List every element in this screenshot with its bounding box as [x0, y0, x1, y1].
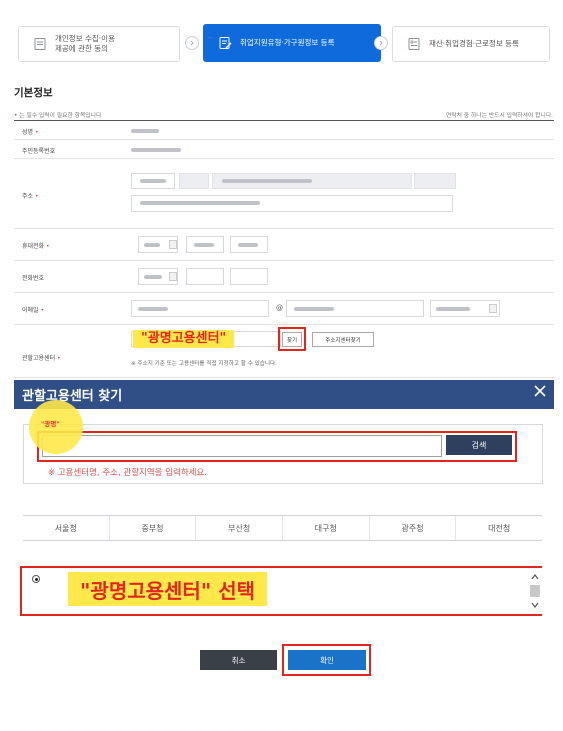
step-label-line2: 제공에 관한 동의: [55, 44, 109, 53]
chevron-right-icon: [185, 36, 199, 50]
label-address: 주소 •: [22, 193, 39, 200]
label-email: 이메일 •: [22, 307, 45, 314]
result-callout: "광명고용센터" 선택: [68, 572, 268, 606]
redacted-text: [140, 179, 166, 183]
row-phone: 전화번호: [14, 261, 554, 293]
modal-header: 관할고용센터 찾기: [14, 380, 554, 409]
phone-last-field[interactable]: [230, 268, 268, 285]
address-extra-field[interactable]: [414, 173, 456, 189]
tab-seoul[interactable]: 서울청: [23, 516, 109, 540]
rrn-value-redacted: [131, 148, 181, 152]
label-name: 성명 •: [22, 129, 39, 136]
tab-daegu[interactable]: 대구청: [282, 516, 369, 540]
label-center: 관할고용센터 •: [22, 355, 61, 362]
modal-title: 관할고용센터 찾기: [22, 389, 123, 404]
annotation-highlight: [282, 644, 371, 676]
edit-document-icon: [219, 37, 232, 49]
search-input[interactable]: [42, 435, 442, 457]
result-scrollbar[interactable]: [528, 568, 542, 614]
search-callout-text: "광명": [41, 420, 60, 428]
name-value-redacted: [131, 129, 159, 133]
step-employment-type: 취업지원유형·가구원정보 등록: [203, 24, 381, 62]
scroll-up-icon[interactable]: [531, 573, 539, 581]
redacted-text: [138, 307, 168, 311]
annotation-highlight: [278, 327, 306, 351]
tab-busan[interactable]: 부산청: [195, 516, 282, 540]
step-label-line1: 개인정보 수집·이용: [55, 34, 115, 43]
label-phone: 전화번호: [22, 275, 45, 282]
search-callout: "광명": [29, 400, 83, 454]
label-mobile: 휴대전화 •: [22, 243, 50, 250]
row-email: 이메일 • @: [14, 293, 554, 325]
search-hint: ※ 고용센터명, 주소, 관할지역을 입력하세요.: [48, 468, 207, 478]
redacted-text: [294, 307, 334, 311]
address-center-button[interactable]: 주소지센터찾기: [312, 332, 374, 347]
checklist-icon: [408, 38, 420, 50]
redacted-text: [222, 179, 312, 183]
redacted-text: [144, 275, 162, 279]
result-radio[interactable]: [32, 575, 40, 583]
step-assets-work: 재산·취업경험·근로정보 등록: [392, 26, 550, 62]
search-button[interactable]: 검색: [446, 435, 512, 455]
redacted-text: [238, 243, 258, 247]
document-icon: [34, 38, 46, 50]
center-note: ※ 주소지 기준 또는 고용센터를 직접 지정하고 할 수 있습니다.: [131, 361, 277, 367]
tab-gwangju[interactable]: 광주청: [368, 516, 456, 540]
redacted-text: [140, 201, 260, 205]
step-privacy-consent: 개인정보 수집·이용 제공에 관한 동의: [18, 26, 180, 62]
phone-middle-field[interactable]: [186, 268, 224, 285]
chevron-right-icon: [374, 36, 388, 50]
close-icon[interactable]: [532, 383, 548, 399]
row-center: 관할고용센터 • "광명고용센터" 찾기 주소지센터찾기 ※ 주소지 기준 또는…: [14, 325, 554, 378]
row-rrn: 주민등록번호: [14, 140, 554, 159]
row-address: 주소 •: [14, 159, 554, 229]
contact-note: 연락처 중 하나는 반드시 입력하셔야 합니다.: [445, 113, 553, 119]
required-note-text: 는 필수 입력이 필요한 항목입니다: [19, 113, 102, 119]
required-mark: •: [14, 113, 18, 119]
required-note: • 는 필수 입력이 필요한 항목입니다: [14, 110, 101, 119]
center-callout: "광명고용센터": [133, 330, 235, 348]
scroll-thumb[interactable]: [530, 585, 540, 597]
label-rrn: 주민등록번호: [22, 148, 56, 155]
step-label: 취업지원유형·가구원정보 등록: [240, 38, 335, 47]
scroll-down-icon[interactable]: [531, 601, 539, 609]
chevron-down-icon[interactable]: [169, 272, 177, 281]
redacted-text: [194, 243, 214, 247]
row-name: 성명 •: [14, 121, 554, 140]
basic-info-form: 성명 • 주민등록번호 주소 • 휴대전화 • 전화번호 이메일 • @ 관할고…: [14, 120, 554, 378]
chevron-down-icon[interactable]: [489, 304, 497, 313]
region-tabs: 서울청 중부청 부산청 대구청 광주청 대전청: [23, 515, 542, 541]
redacted-text: [144, 243, 160, 247]
tab-daejeon[interactable]: 대전청: [455, 516, 542, 540]
cancel-button[interactable]: 취소: [200, 650, 277, 670]
section-title: 기본정보: [14, 87, 53, 99]
email-at-sign: @: [276, 304, 283, 312]
address-field-redacted[interactable]: [179, 173, 209, 189]
row-mobile: 휴대전화 •: [14, 229, 554, 261]
tab-jungbu[interactable]: 중부청: [108, 516, 196, 540]
redacted-text: [436, 307, 470, 311]
chevron-down-icon[interactable]: [169, 240, 177, 249]
progress-stepper: 개인정보 수집·이용 제공에 관한 동의 취업지원유형·가구원정보 등록 재산·…: [18, 22, 550, 62]
step-label: 재산·취업경험·근로정보 등록: [429, 39, 519, 48]
